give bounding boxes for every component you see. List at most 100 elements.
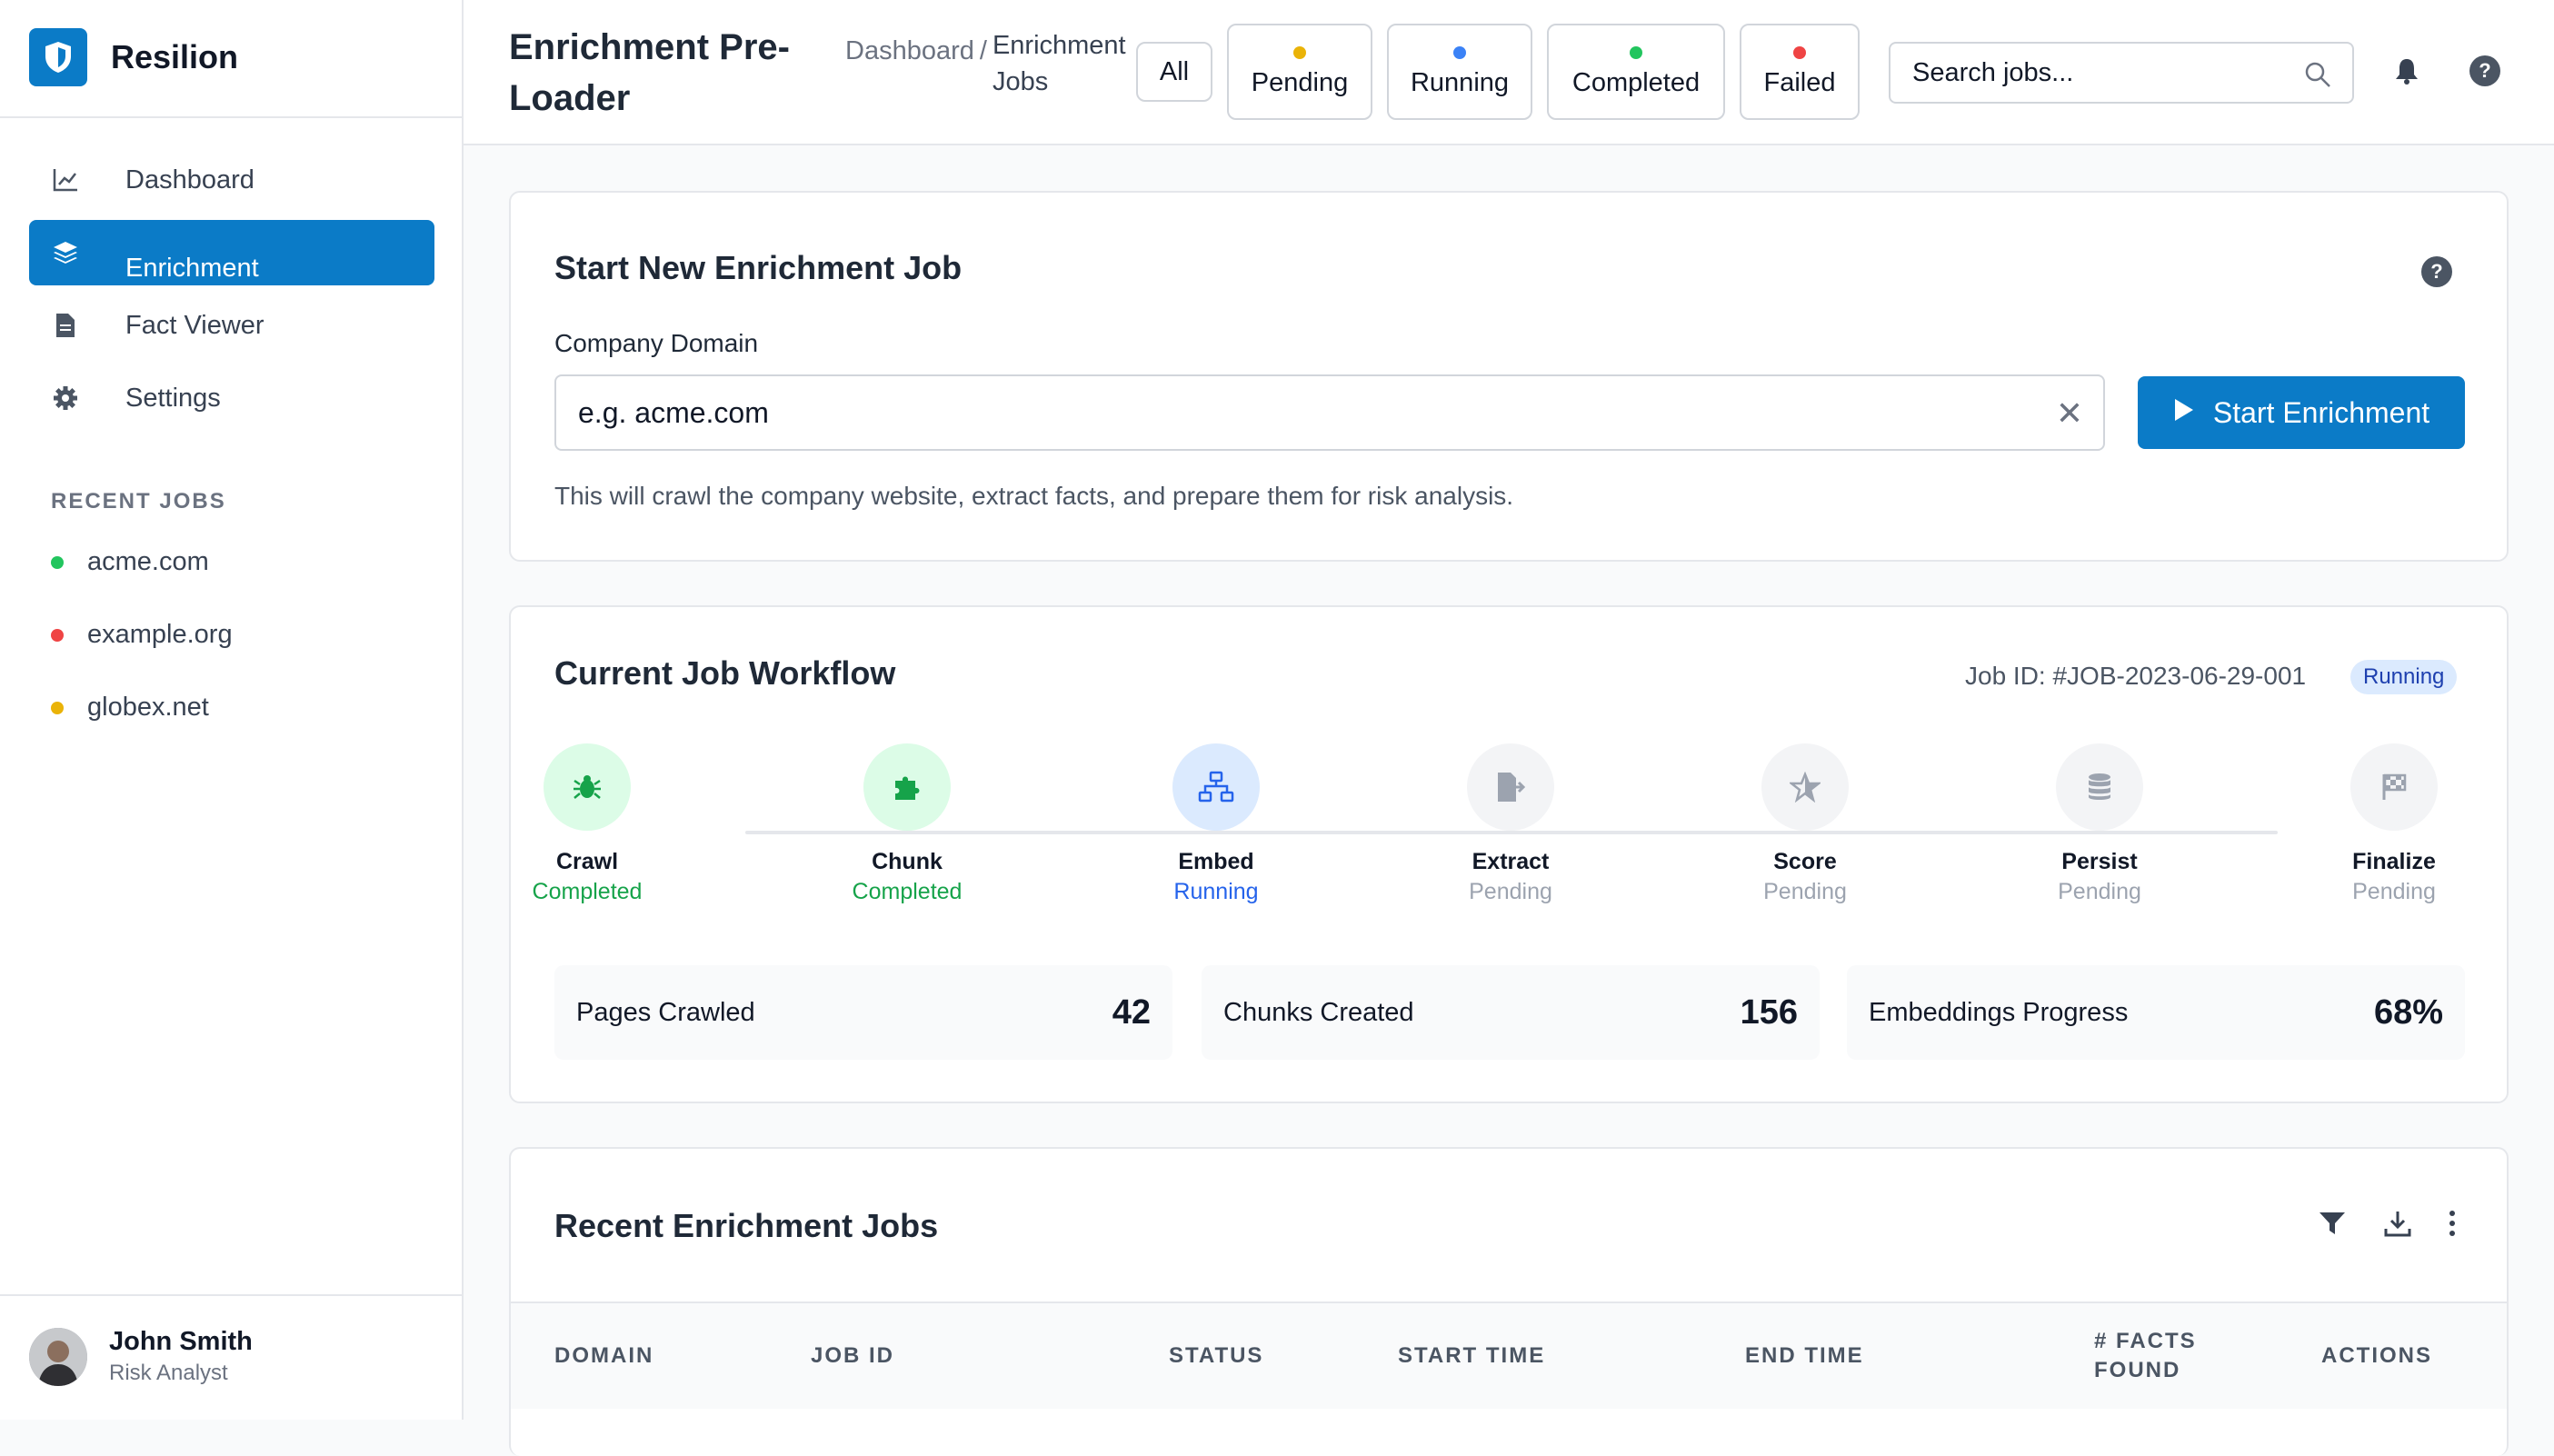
status-dot	[1630, 45, 1642, 59]
column-header-status[interactable]: STATUS	[1169, 1341, 1263, 1371]
step-chunk[interactable]: Chunk Completed	[816, 743, 998, 905]
step-status: Completed	[852, 879, 963, 904]
status-dot	[51, 628, 64, 642]
chart-line-icon	[49, 164, 82, 196]
nav-label: Enrichment Jobs	[125, 254, 259, 283]
filter-label: Running	[1410, 67, 1510, 97]
filter-label: Pending	[1251, 67, 1349, 97]
start-job-card: Start New Enrichment Job ? Company Domai…	[509, 191, 2509, 562]
step-status: Running	[1173, 879, 1259, 904]
column-header-end-time[interactable]: END TIME	[1745, 1341, 1864, 1371]
company-domain-input[interactable]: e.g. acme.com ✕	[554, 374, 2105, 451]
user-role: Risk Analyst	[109, 1361, 228, 1385]
step-persist[interactable]: Persist Pending	[2009, 743, 2190, 905]
step-name: Chunk	[872, 849, 943, 874]
column-header-actions: ACTIONS	[2321, 1343, 2432, 1368]
breadcrumb: Dashboard / Enrichment Jobs	[845, 31, 1129, 100]
filter-completed[interactable]: Completed	[1547, 24, 1725, 120]
recent-job-label: acme.com	[87, 547, 209, 576]
more-options-icon[interactable]	[2434, 1205, 2470, 1242]
stat-value: 156	[1740, 992, 1798, 1032]
search-placeholder: Search jobs...	[1912, 57, 2074, 87]
helper-text: This will crawl the company website, ext…	[554, 482, 1514, 510]
nav-enrichment-jobs[interactable]: Enrichment Jobs	[29, 220, 434, 285]
recent-job-label: example.org	[87, 620, 233, 649]
filter-running[interactable]: Running	[1387, 24, 1532, 120]
stat-embeddings-progress: Embeddings Progress 68%	[1847, 965, 2465, 1060]
play-icon	[2173, 396, 2195, 430]
bell-icon[interactable]	[2390, 55, 2423, 87]
start-enrichment-button[interactable]: Start Enrichment	[2138, 376, 2465, 449]
stat-label: Chunks Created	[1223, 997, 1414, 1027]
nav-label: Fact Viewer	[125, 310, 264, 340]
step-embed[interactable]: Embed Running	[1125, 743, 1307, 905]
search-input[interactable]: Search jobs...	[1889, 42, 2354, 104]
step-crawl[interactable]: Crawl Completed	[496, 743, 678, 905]
stat-value: 42	[1112, 992, 1151, 1032]
step-name: Finalize	[2352, 849, 2436, 874]
nav-label: Dashboard	[125, 165, 254, 194]
recent-job-label: globex.net	[87, 693, 209, 722]
filter-icon[interactable]	[2314, 1205, 2350, 1242]
step-status: Pending	[1469, 879, 1552, 904]
step-name: Score	[1773, 849, 1837, 874]
filter-label: All	[1159, 56, 1190, 86]
status-dot	[51, 555, 64, 569]
column-header-domain[interactable]: DOMAIN	[554, 1341, 653, 1371]
page-title: Enrichment Pre-Loader	[509, 27, 790, 118]
database-icon	[2056, 743, 2143, 831]
help-icon[interactable]: ?	[2469, 55, 2501, 87]
status-badge: Running	[2350, 660, 2458, 694]
stat-label: Embeddings Progress	[1869, 997, 2129, 1027]
step-finalize[interactable]: Finalize Pending	[2303, 743, 2485, 905]
brand[interactable]: Resilion	[29, 25, 238, 89]
recent-job-item[interactable]: example.org	[51, 620, 233, 650]
divider	[0, 116, 462, 118]
workflow-card: Current Job Workflow Job ID: #JOB-2023-0…	[509, 605, 2509, 1103]
recent-job-item[interactable]: globex.net	[51, 693, 209, 723]
clear-icon[interactable]: ✕	[2056, 394, 2083, 433]
recent-jobs-heading: RECENT JOBS	[51, 489, 226, 514]
filter-failed[interactable]: Failed	[1740, 24, 1860, 120]
nav-dashboard[interactable]: Dashboard	[29, 147, 434, 213]
step-status: Pending	[1763, 879, 1847, 904]
gear-icon	[49, 382, 82, 414]
recent-job-item[interactable]: acme.com	[51, 547, 209, 577]
input-placeholder: e.g. acme.com	[578, 395, 769, 429]
stat-chunks-created: Chunks Created 156	[1202, 965, 1820, 1060]
step-name: Extract	[1472, 849, 1550, 874]
card-title: Start New Enrichment Job	[554, 249, 963, 286]
shield-logo-icon	[29, 28, 87, 86]
nav-fact-viewer[interactable]: Fact Viewer	[29, 293, 434, 358]
breadcrumb-separator: /	[979, 36, 987, 65]
step-score[interactable]: Score Pending	[1714, 743, 1896, 905]
filter-pending[interactable]: Pending	[1227, 24, 1372, 120]
card-title: Recent Enrichment Jobs	[554, 1207, 939, 1244]
download-icon[interactable]	[2379, 1205, 2416, 1242]
column-header-start-time[interactable]: START TIME	[1398, 1341, 1545, 1371]
nav-settings[interactable]: Settings	[29, 365, 434, 431]
sidebar: Resilion Dashboard Enrichment Jobs Fact …	[0, 0, 464, 1420]
column-header-job-id[interactable]: JOB ID	[811, 1341, 894, 1371]
status-dot	[1293, 45, 1306, 59]
user-profile[interactable]: John Smith Risk Analyst	[29, 1327, 253, 1386]
app-name: Resilion	[111, 38, 239, 75]
stat-label: Pages Crawled	[576, 997, 755, 1027]
nav-label: Settings	[125, 383, 221, 413]
step-extract[interactable]: Extract Pending	[1420, 743, 1601, 905]
top-bar: Enrichment Pre-Loader Dashboard / Enrich…	[464, 0, 2554, 145]
help-icon[interactable]: ?	[2421, 256, 2452, 287]
job-id: Job ID: #JOB-2023-06-29-001	[1965, 662, 2307, 690]
filter-label: Failed	[1763, 67, 1836, 97]
divider	[0, 1294, 462, 1296]
step-name: Persist	[2061, 849, 2138, 874]
step-status: Pending	[2352, 879, 2436, 904]
step-name: Crawl	[555, 849, 619, 874]
column-header-facts-found[interactable]: # FACTS FOUND	[2094, 1327, 2203, 1385]
filter-all[interactable]: All	[1136, 42, 1212, 102]
breadcrumb-current: Enrichment Jobs	[992, 31, 1126, 96]
stat-value: 68%	[2373, 992, 2443, 1032]
filter-label: Completed	[1571, 67, 1701, 97]
breadcrumb-dashboard[interactable]: Dashboard	[845, 36, 974, 100]
file-export-icon	[1467, 743, 1554, 831]
